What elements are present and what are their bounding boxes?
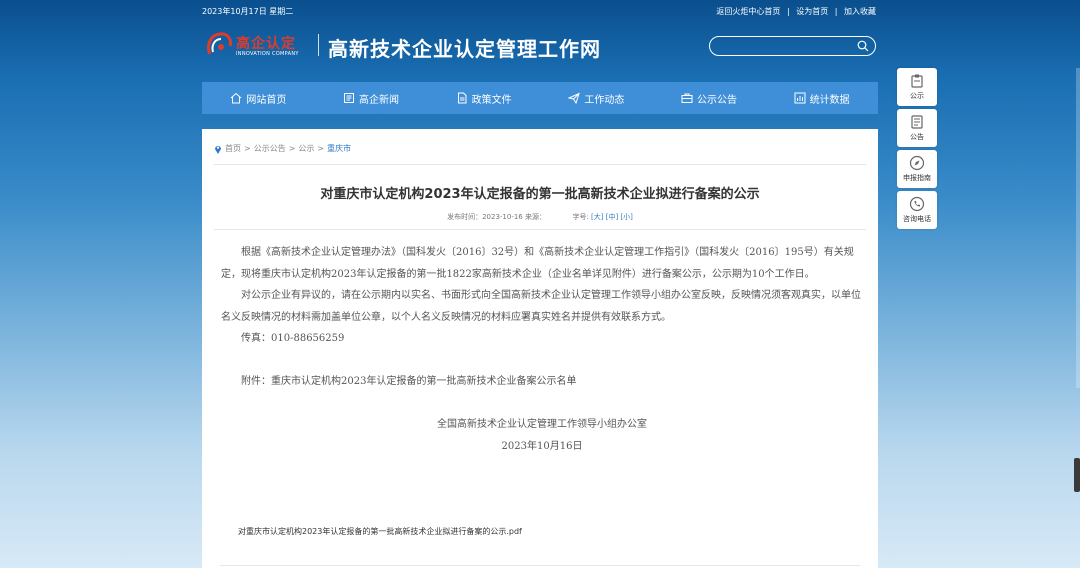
logo-brand-text: 高企认定 xyxy=(236,36,296,52)
side-item-label: 公告 xyxy=(910,133,924,141)
side-item-label: 申报指南 xyxy=(903,174,931,182)
home-icon xyxy=(230,92,242,104)
compass-icon xyxy=(909,155,925,171)
top-link-divider: | xyxy=(834,7,838,16)
nav-item-label: 政策文件 xyxy=(471,94,512,106)
breadcrumb-separator: > xyxy=(244,144,251,153)
page-scrollbar-thumb[interactable] xyxy=(1074,458,1080,492)
briefcase-icon xyxy=(681,93,693,103)
nav-item-label: 公示公告 xyxy=(697,94,738,106)
site-title: 高新技术企业认定管理工作网 xyxy=(328,37,601,61)
side-float-bar: 公示 公告 申报指南 咨询电话 xyxy=(897,68,937,232)
font-size-medium-button[interactable]: [中] xyxy=(606,213,618,221)
fax-line: 传真：010-88656259 xyxy=(241,333,345,344)
side-item-label: 咨询电话 xyxy=(903,215,931,223)
nav-item-policy[interactable]: 政策文件 xyxy=(427,82,540,114)
logo-swirl-icon xyxy=(206,32,232,55)
side-item-notice[interactable]: 公告 xyxy=(897,109,937,147)
publish-info: 发布时间：2023-10-16 来源： xyxy=(447,213,546,221)
breadcrumb-current[interactable]: 重庆市 xyxy=(327,143,351,154)
breadcrumb-separator: > xyxy=(288,144,296,153)
nav-item-work[interactable]: 工作动态 xyxy=(540,82,653,114)
search-box xyxy=(709,36,876,56)
breadcrumb-public[interactable]: 公示 xyxy=(298,143,314,154)
side-item-public[interactable]: 公示 xyxy=(897,68,937,106)
add-favorite-link[interactable]: 加入收藏 xyxy=(844,7,876,16)
paragraph: 对公示企业有异议的，请在公示期内以实名、书面形式向全国高新技术企业认定管理工作领… xyxy=(221,290,861,323)
location-pin-icon xyxy=(215,145,221,154)
side-item-phone[interactable]: 咨询电话 xyxy=(897,191,937,229)
divider xyxy=(214,164,866,165)
divider xyxy=(214,229,866,230)
nav-item-label: 统计数据 xyxy=(809,94,850,106)
logo-sub-text: INNOVATION COMPANY xyxy=(236,51,299,57)
document-icon xyxy=(457,92,467,104)
sign-date: 2023年10月16日 xyxy=(501,440,583,452)
search-icon[interactable] xyxy=(857,40,869,52)
main-nav: 网站首页 高企新闻 政策文件 工作动态 公示公告 统计数据 xyxy=(202,82,878,114)
nav-item-home[interactable]: 网站首页 xyxy=(202,82,315,114)
nav-item-label: 高企新闻 xyxy=(359,94,399,106)
divider xyxy=(220,565,860,566)
breadcrumb-separator: > xyxy=(317,144,325,153)
article-card: 首页 > 公示公告 > 公示 > 重庆市 对重庆市认定机构2023年认定报备的第… xyxy=(202,129,878,568)
clipboard-icon xyxy=(911,74,923,88)
back-to-torch-center-link[interactable]: 返回火炬中心首页 xyxy=(716,7,780,16)
nav-item-label: 工作动态 xyxy=(584,94,625,106)
breadcrumb-notices[interactable]: 公示公告 xyxy=(254,143,286,154)
font-size-small-button[interactable]: [小] xyxy=(620,213,632,221)
nav-item-label: 网站首页 xyxy=(246,94,287,106)
breadcrumb-home[interactable]: 首页 xyxy=(225,143,241,154)
font-size-label: 字号: xyxy=(572,213,589,221)
set-homepage-link[interactable]: 设为首页 xyxy=(796,7,828,16)
article-body: 根据《高新技术企业认定管理办法》（国科发火〔2016〕32号）和《高新技术企业认… xyxy=(221,242,863,457)
top-link-divider: | xyxy=(786,7,790,16)
search-input[interactable] xyxy=(720,39,854,55)
article-meta: 发布时间：2023-10-16 来源： 字号: [大] [中] [小] xyxy=(202,212,878,222)
current-date: 2023年10月17日 星期二 xyxy=(202,7,294,16)
page-scrollbar-track[interactable] xyxy=(1076,68,1080,388)
top-links: 返回火炬中心首页 | 设为首页 | 加入收藏 xyxy=(714,6,878,17)
side-item-guide[interactable]: 申报指南 xyxy=(897,150,937,188)
nav-item-notice[interactable]: 公示公告 xyxy=(653,82,766,114)
nav-item-news[interactable]: 高企新闻 xyxy=(315,82,428,114)
paragraph: 根据《高新技术企业认定管理办法》（国科发火〔2016〕32号）和《高新技术企业认… xyxy=(221,247,854,280)
breadcrumb: 首页 > 公示公告 > 公示 > 重庆市 xyxy=(214,143,351,154)
news-icon xyxy=(344,93,354,103)
attachment-line: 附件：重庆市认定机构2023年认定报备的第一批高新技术企业备案公示名单 xyxy=(241,376,577,387)
article-title: 对重庆市认定机构2023年认定报备的第一批高新技术企业拟进行备案的公示 xyxy=(320,187,760,202)
phone-icon xyxy=(909,196,925,212)
chart-icon xyxy=(794,92,806,104)
paper-plane-icon xyxy=(568,92,581,104)
font-size-large-button[interactable]: [大] xyxy=(591,213,603,221)
pdf-attachment-link[interactable]: 对重庆市认定机构2023年认定报备的第一批高新技术企业拟进行备案的公示.pdf xyxy=(238,526,522,537)
logo-divider xyxy=(318,34,319,56)
side-item-label: 公示 xyxy=(910,92,924,100)
top-bar: 2023年10月17日 星期二 返回火炬中心首页 | 设为首页 | 加入收藏 xyxy=(202,0,878,22)
signature: 全国高新技术企业认定管理工作领导小组办公室 xyxy=(437,419,647,430)
notice-icon xyxy=(911,115,923,129)
nav-item-stats[interactable]: 统计数据 xyxy=(765,82,878,114)
